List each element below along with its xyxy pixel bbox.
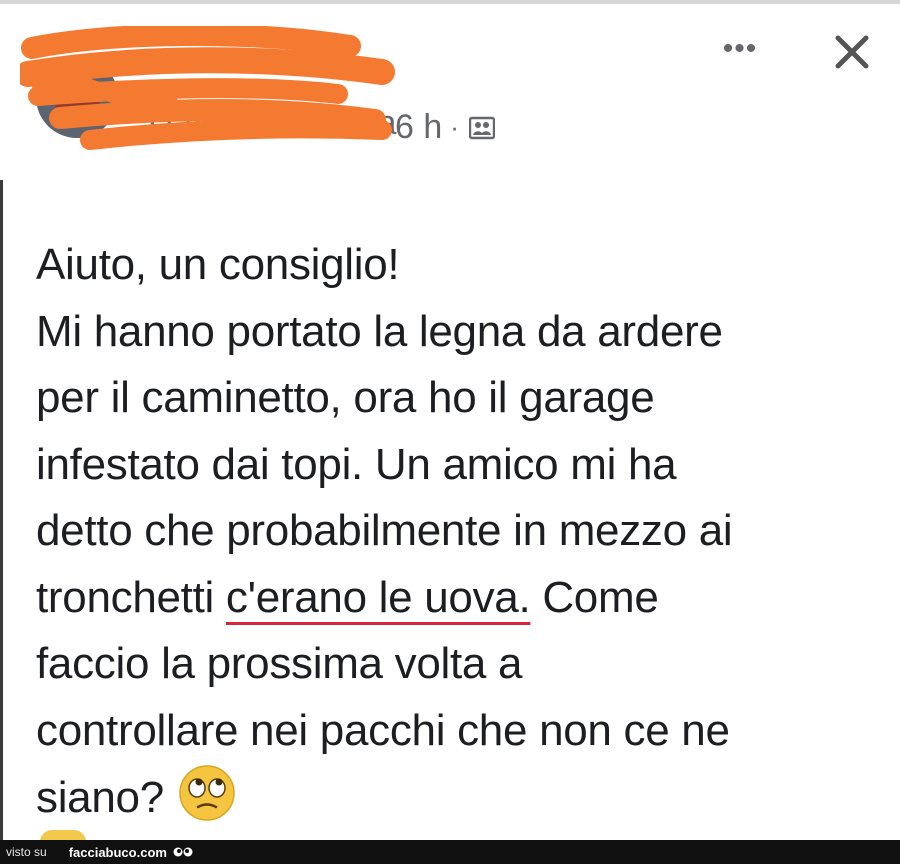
top-divider: [0, 0, 900, 4]
post-meta: 6 h ·: [395, 108, 495, 147]
line-part: Come: [530, 572, 659, 622]
close-icon[interactable]: [830, 30, 874, 74]
footer-visto-label: visto su: [6, 845, 47, 859]
post-text-line: detto che probabilmente in mezzo ai: [36, 506, 733, 555]
friends-icon[interactable]: [468, 116, 495, 140]
post-text-line: Mi hanno portato la legna da ardere: [36, 306, 723, 356]
post-text-line: tronchetti c'erano le uova. Come: [36, 565, 876, 632]
line-part: siano?: [36, 773, 164, 822]
footer-site-name[interactable]: facciabuco.com: [69, 845, 167, 860]
rolling-eyes-emoji: [179, 765, 235, 821]
meta-separator: ·: [450, 112, 459, 142]
post-text: Aiuto, un consiglio! Mi hanno portato la…: [36, 232, 876, 832]
highlighted-phrase: c'erano le uova.: [225, 572, 531, 622]
redaction-scribble: [20, 26, 395, 150]
line-part: tronchetti: [36, 572, 226, 622]
post-time[interactable]: 6 h: [395, 108, 442, 147]
left-edge-border: [0, 180, 3, 840]
post-text-line: controllare nei pacchi che non ce ne: [36, 705, 730, 755]
site-logo-icon: [173, 847, 193, 857]
watermark-footer: visto su facciabuco.com: [0, 840, 900, 864]
post-text-line: Aiuto, un consiglio!: [36, 240, 400, 289]
post-text-line: faccio la prossima volta a: [36, 639, 523, 688]
more-options-button[interactable]: •••: [716, 34, 764, 70]
post-text-line: infestato dai topi. Un amico mi ha: [36, 439, 677, 489]
post-text-line: siano?: [36, 764, 876, 832]
post-text-line: per il caminetto, ora ho il garage: [36, 373, 655, 422]
